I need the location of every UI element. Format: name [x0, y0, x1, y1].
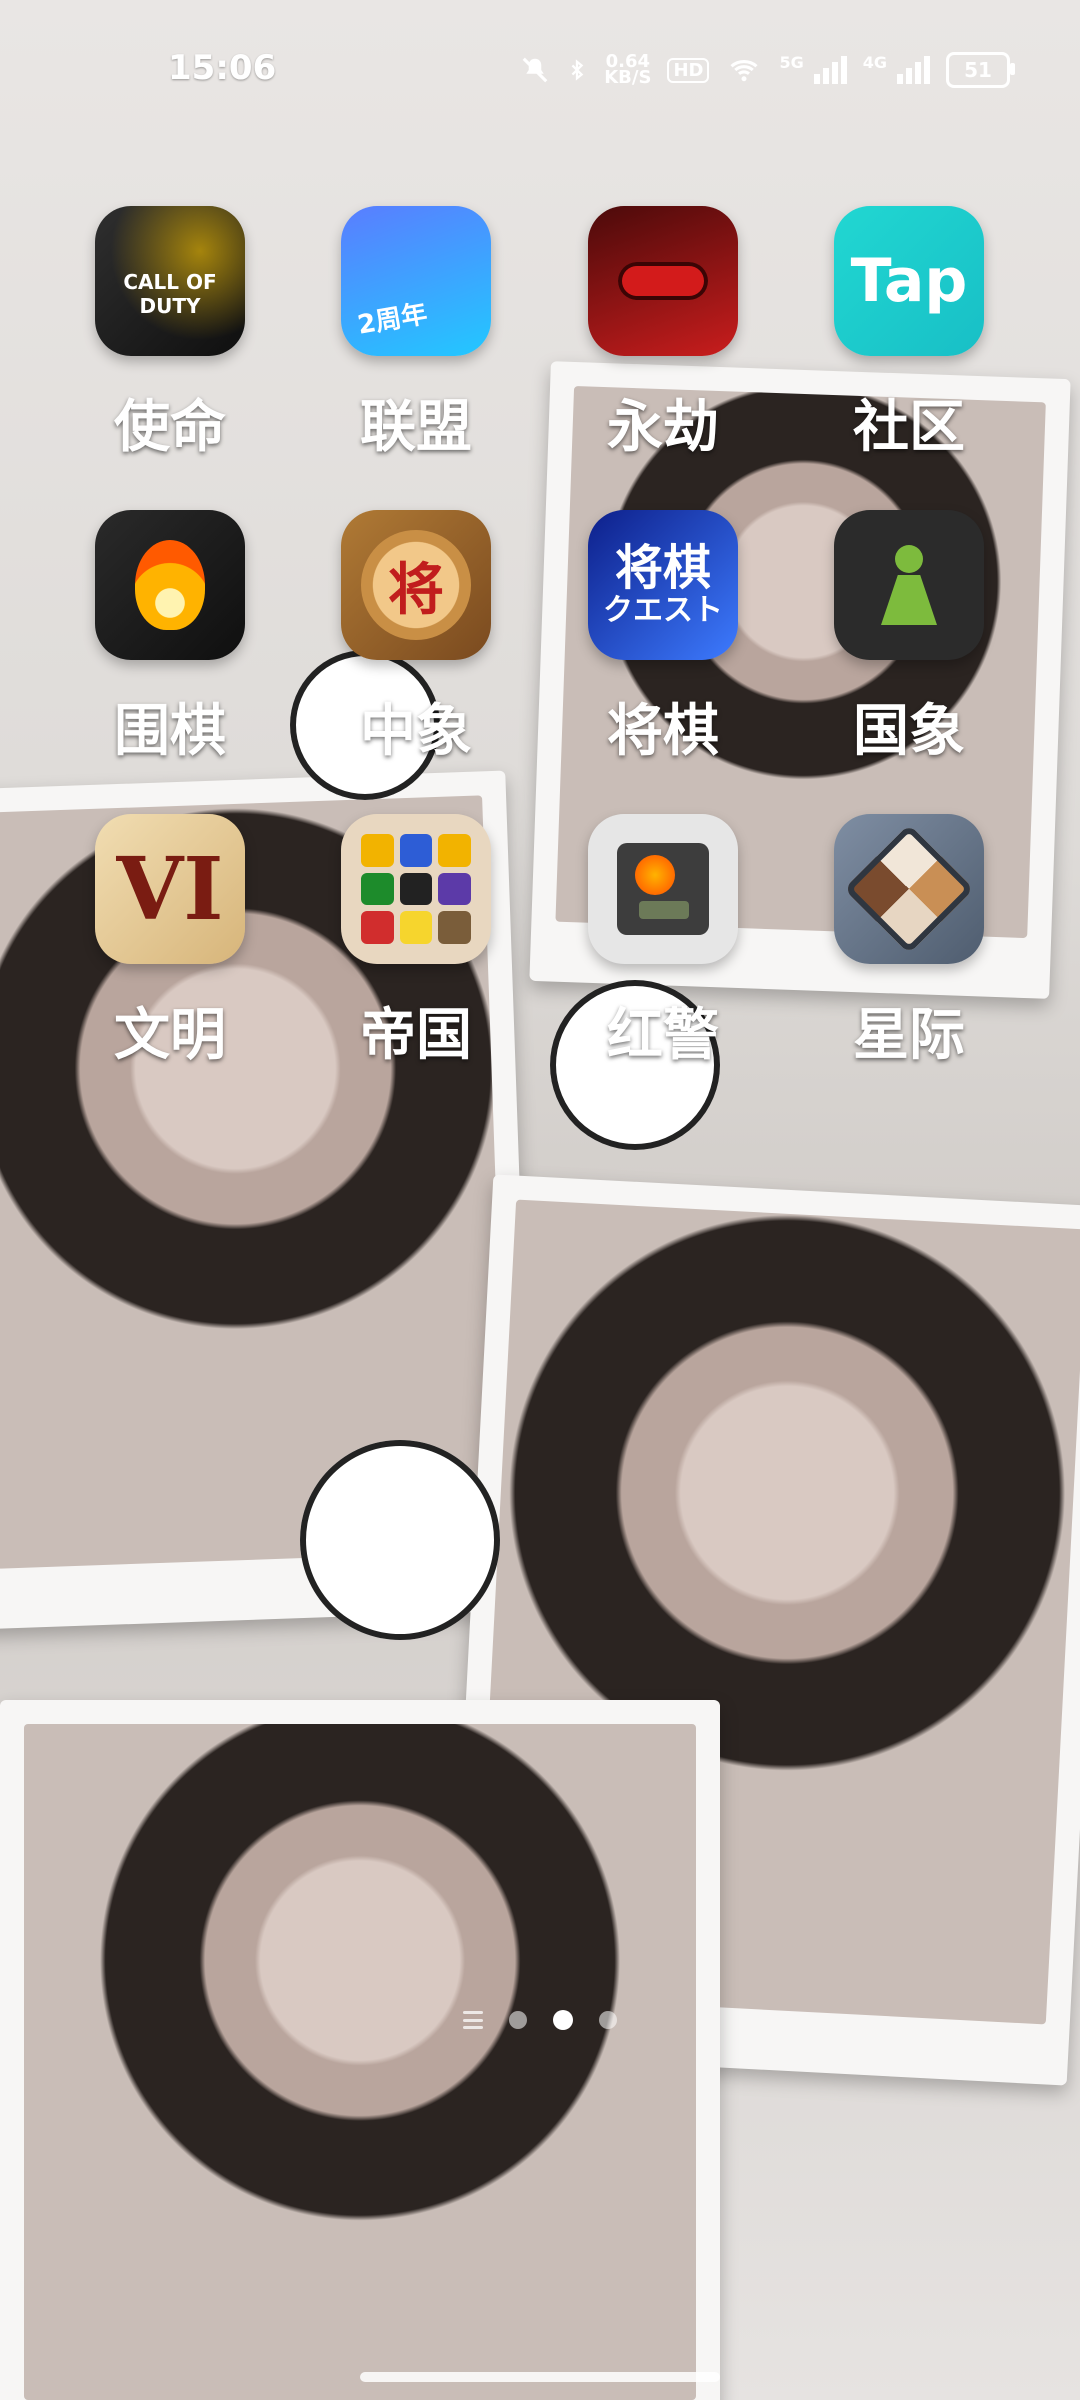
app-label: 文明: [114, 1003, 226, 1068]
app-label: 帝国: [360, 1003, 472, 1068]
app-empires[interactable]: 帝国: [293, 814, 539, 1084]
app-red-alert[interactable]: 红警: [540, 814, 786, 1084]
app-call-of-duty[interactable]: CALL OF DUTY 使命: [47, 206, 293, 476]
app-naraka[interactable]: 永劫: [540, 206, 786, 476]
page-dot[interactable]: [599, 2011, 617, 2029]
navigation-bar: [0, 2350, 1080, 2400]
app-label: 将棋: [607, 699, 719, 764]
home-gesture-handle[interactable]: [360, 2372, 720, 2382]
pawn-icon: [881, 545, 937, 625]
app-label: 永劫: [607, 395, 719, 460]
app-go[interactable]: 围棋: [47, 510, 293, 780]
tap-icon: Tap: [834, 206, 984, 356]
hd-badge: HD: [667, 57, 710, 83]
app-label: 红警: [607, 1003, 719, 1068]
chinese-chess-icon: 将: [341, 510, 491, 660]
league-icon: 2周年: [341, 206, 491, 356]
signal-icon: [813, 56, 847, 84]
network-speed-unit: KB/S: [604, 67, 652, 88]
starcraft-icon: [834, 814, 984, 964]
app-civilization[interactable]: VI 文明: [47, 814, 293, 1084]
page-dot[interactable]: [509, 2011, 527, 2029]
empires-icon: [341, 814, 491, 964]
app-label: 社区: [853, 395, 965, 460]
app-label: 联盟: [360, 395, 472, 460]
signal-icon: [897, 56, 930, 84]
network-4g: 4G: [862, 52, 887, 72]
page-dot-active[interactable]: [553, 2010, 573, 2030]
network-5g: 5G: [779, 52, 804, 72]
naraka-icon: [588, 206, 738, 356]
call-of-duty-icon-text: CALL OF DUTY: [123, 270, 217, 318]
league-icon-text: 2周年: [355, 299, 430, 341]
app-label: 使命: [114, 395, 226, 460]
battery-indicator: 51: [946, 52, 1015, 88]
red-alert-icon: [588, 814, 738, 964]
chinese-chess-icon-text: 将: [388, 557, 444, 623]
app-starcraft[interactable]: 星际: [786, 814, 1032, 1084]
page-indicator[interactable]: [0, 2010, 1080, 2030]
mute-bell-icon: [520, 53, 550, 87]
civilization-icon-text: VI: [116, 838, 224, 940]
status-time: 15:06: [168, 48, 277, 88]
shogi-icon: 将棋 クエスト: [588, 510, 738, 660]
app-chess[interactable]: 国象: [786, 510, 1032, 780]
app-chinese-chess[interactable]: 将 中象: [293, 510, 539, 780]
civilization-icon: VI: [95, 814, 245, 964]
call-of-duty-icon: CALL OF DUTY: [95, 206, 245, 356]
go-icon: [95, 510, 245, 660]
status-bar: 15:06 0.64 KB/S HD 5G 4G 51: [0, 0, 1080, 120]
wallpaper-photo: [0, 1700, 720, 2400]
app-drawer-icon[interactable]: [463, 2011, 483, 2029]
wifi-icon: [725, 53, 763, 87]
app-label: 中象: [360, 699, 472, 764]
tap-icon-text: Tap: [850, 246, 968, 316]
status-icons: 0.64 KB/S HD 5G 4G 51: [520, 52, 1015, 88]
app-label: 围棋: [114, 699, 226, 764]
app-tap-community[interactable]: Tap 社区: [786, 206, 1032, 476]
app-shogi[interactable]: 将棋 クエスト 将棋: [540, 510, 786, 780]
battery-level: 51: [964, 58, 992, 82]
network-speed: 0.64 KB/S: [604, 53, 652, 88]
app-league[interactable]: 2周年 联盟: [293, 206, 539, 476]
wallpaper-sticker: [300, 1440, 500, 1640]
shogi-icon-text: 将棋: [614, 540, 711, 596]
chess-icon: [834, 510, 984, 660]
app-label: 国象: [853, 699, 965, 764]
bluetooth-icon: [566, 53, 588, 87]
app-label: 星际: [853, 1003, 965, 1068]
shogi-icon-subtext: クエスト: [603, 593, 723, 628]
